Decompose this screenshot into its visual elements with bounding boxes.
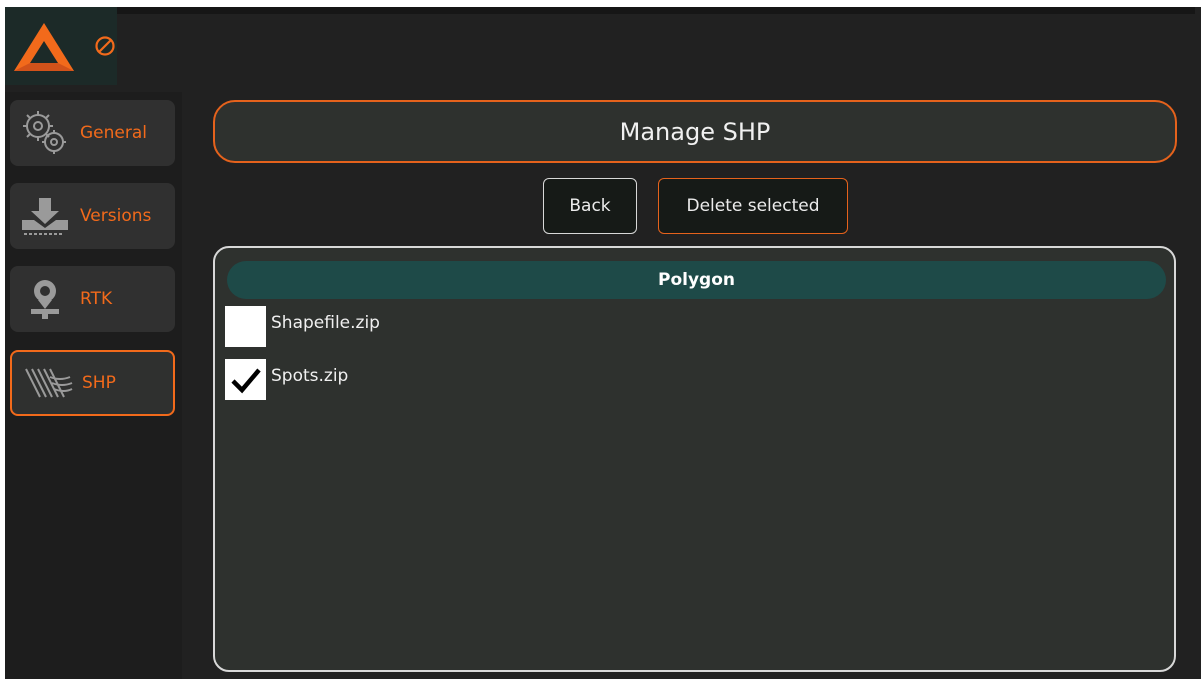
sidebar-item-label: Versions bbox=[80, 206, 152, 226]
list-item[interactable]: Shapefile.zip bbox=[225, 306, 380, 347]
sidebar-item-shp[interactable]: SHP bbox=[10, 350, 175, 416]
sidebar-item-label: RTK bbox=[80, 289, 113, 309]
file-name: Shapefile.zip bbox=[271, 312, 380, 333]
file-name: Spots.zip bbox=[271, 365, 349, 386]
sidebar-item-general[interactable]: General bbox=[10, 100, 175, 166]
file-list-panel: Polygon Shapefile.zip Spots.zip bbox=[213, 246, 1176, 672]
download-tray-icon bbox=[10, 192, 80, 240]
location-pin-icon bbox=[10, 275, 80, 323]
checkmark-icon bbox=[230, 368, 261, 393]
delete-selected-button[interactable]: Delete selected bbox=[658, 178, 848, 234]
gears-icon bbox=[10, 106, 80, 160]
app-triangle-logo-icon bbox=[14, 23, 74, 71]
back-button[interactable]: Back bbox=[543, 178, 637, 234]
logo-area bbox=[5, 7, 117, 85]
list-item[interactable]: Spots.zip bbox=[225, 359, 348, 400]
checkbox-unchecked[interactable] bbox=[225, 306, 266, 347]
sidebar-item-label: SHP bbox=[82, 373, 116, 393]
sidebar: General Versions RTK SHP bbox=[5, 92, 182, 679]
page-title: Manage SHP bbox=[213, 100, 1177, 163]
checkbox-checked[interactable] bbox=[225, 359, 266, 400]
sidebar-item-versions[interactable]: Versions bbox=[10, 183, 175, 249]
top-strip bbox=[5, 7, 1195, 14]
field-rows-icon bbox=[12, 363, 82, 403]
list-header: Polygon bbox=[227, 261, 1166, 299]
sidebar-item-label: General bbox=[80, 123, 147, 143]
prohibited-icon[interactable] bbox=[94, 35, 116, 57]
sidebar-item-rtk[interactable]: RTK bbox=[10, 266, 175, 332]
app-screen: General Versions RTK SHP Manage SHP Back… bbox=[5, 7, 1201, 679]
